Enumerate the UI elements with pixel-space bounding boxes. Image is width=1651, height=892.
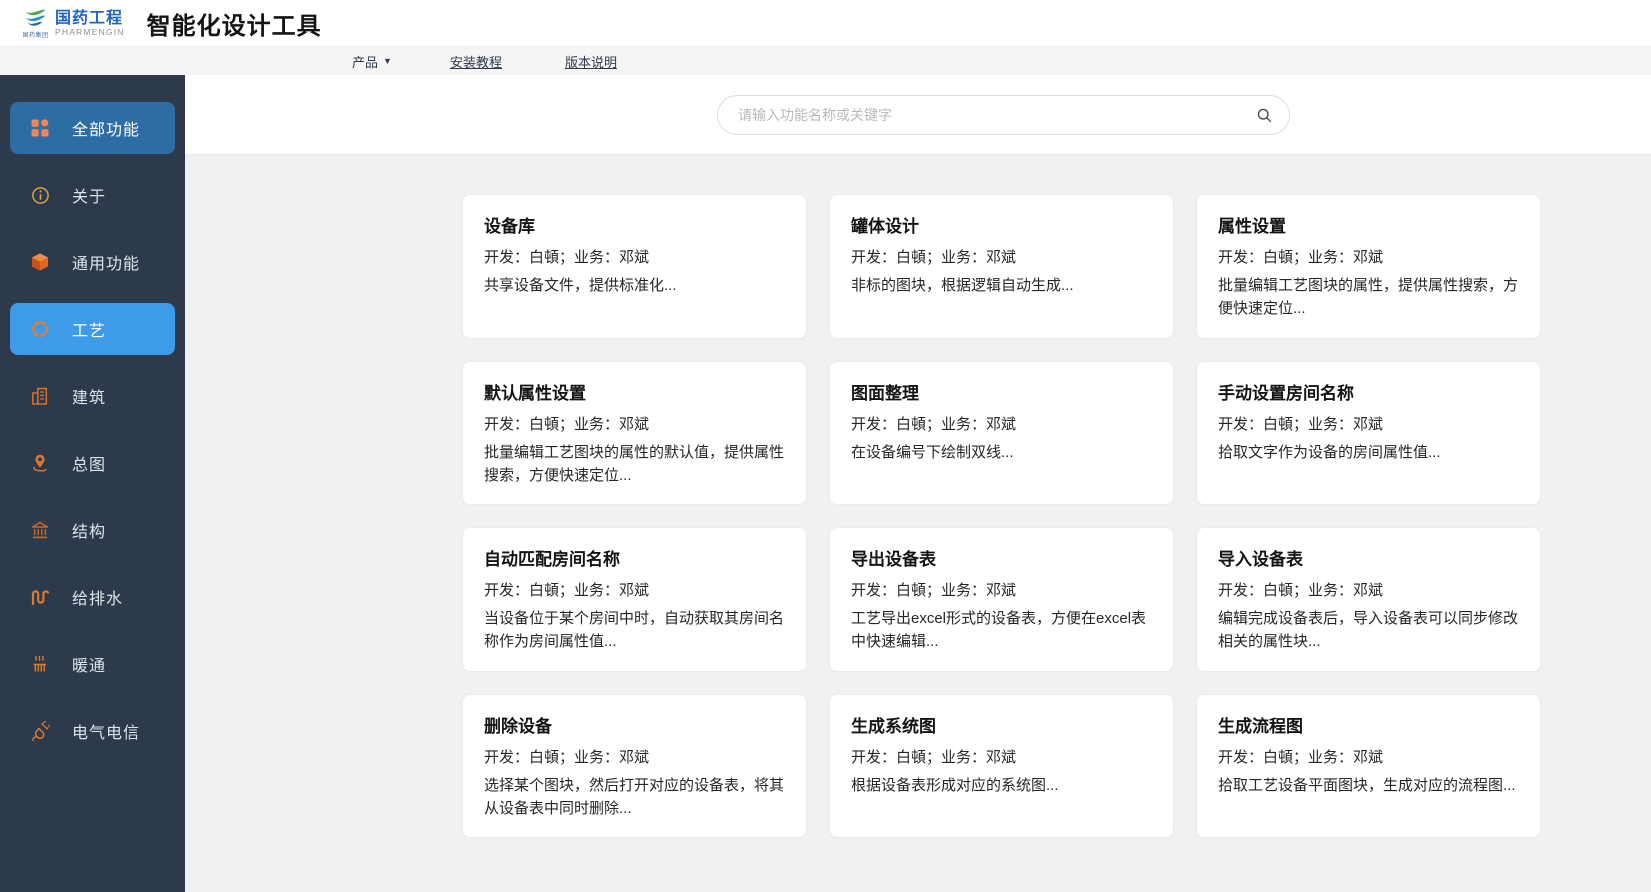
card-description: 编辑完成设备表后，导入设备表可以同步修改相关的属性块... <box>1218 607 1519 654</box>
card-title: 罐体设计 <box>851 212 1152 237</box>
card-generate-system-diagram[interactable]: 生成系统图 开发：白頓；业务：邓斌 根据设备表形成对应的系统图... <box>829 694 1174 839</box>
sidebar-item-label: 暖通 <box>72 652 106 676</box>
nav-release-notes[interactable]: 版本说明 <box>565 52 622 71</box>
sidebar: 全部功能 关于 通用功能 工艺 建筑 总 <box>0 75 185 892</box>
sidebar-item-general-plan[interactable]: 总图 <box>10 437 175 489</box>
chevron-down-icon: ▼ <box>383 56 392 66</box>
card-description: 批量编辑工艺图块的属性，提供属性搜索，方便快速定位... <box>1218 274 1519 321</box>
card-title: 设备库 <box>484 212 785 237</box>
card-manual-room-name[interactable]: 手动设置房间名称 开发：白頓；业务：邓斌 拾取文字作为设备的房间属性值... <box>1196 361 1541 506</box>
sidebar-item-electrical-telecom[interactable]: 电气电信 <box>10 705 175 757</box>
card-meta: 开发：白頓；业务：邓斌 <box>484 413 785 434</box>
card-drawing-cleanup[interactable]: 图面整理 开发：白頓；业务：邓斌 在设备编号下绘制双线... <box>829 361 1174 506</box>
card-auto-room-name[interactable]: 自动匹配房间名称 开发：白頓；业务：邓斌 当设备位于某个房间中时，自动获取其房间… <box>462 527 807 672</box>
card-title: 图面整理 <box>851 379 1152 404</box>
card-description: 根据设备表形成对应的系统图... <box>851 774 1152 797</box>
card-meta: 开发：白頓；业务：邓斌 <box>1218 746 1519 767</box>
card-delete-equipment[interactable]: 删除设备 开发：白頓；业务：邓斌 选择某个图块，然后打开对应的设备表，将其从设备… <box>462 694 807 839</box>
map-pin-icon <box>30 453 50 473</box>
search-icon[interactable] <box>1256 107 1273 124</box>
card-description: 拾取工艺设备平面图块，生成对应的流程图... <box>1218 774 1519 797</box>
card-meta: 开发：白頓；业务：邓斌 <box>1218 579 1519 600</box>
card-meta: 开发：白頓；业务：邓斌 <box>484 746 785 767</box>
card-meta: 开发：白頓；业务：邓斌 <box>851 579 1152 600</box>
card-description: 共享设备文件，提供标准化... <box>484 274 785 297</box>
cards-area: 设备库 开发：白頓；业务：邓斌 共享设备文件，提供标准化... 罐体设计 开发：… <box>185 155 1651 892</box>
sidebar-item-architecture[interactable]: 建筑 <box>10 370 175 422</box>
card-description: 当设备位于某个房间中时，自动获取其房间名称作为房间属性值... <box>484 607 785 654</box>
sidebar-item-label: 总图 <box>72 451 106 475</box>
card-generate-flow-diagram[interactable]: 生成流程图 开发：白頓；业务：邓斌 拾取工艺设备平面图块，生成对应的流程图... <box>1196 694 1541 839</box>
sidebar-item-label: 关于 <box>72 183 106 207</box>
sidebar-item-label: 结构 <box>72 518 106 542</box>
nav-product[interactable]: 产品 ▼ <box>352 52 392 71</box>
brand-name-en: PHARMENGIN <box>55 28 125 37</box>
sidebar-item-label: 通用功能 <box>72 250 140 274</box>
brand-sub-label: 国药集团 <box>22 33 48 39</box>
sidebar-item-label: 建筑 <box>72 384 106 408</box>
sidebar-item-label: 电气电信 <box>72 719 140 743</box>
card-meta: 开发：白頓；业务：邓斌 <box>851 246 1152 267</box>
card-import-equipment-table[interactable]: 导入设备表 开发：白頓；业务：邓斌 编辑完成设备表后，导入设备表可以同步修改相关… <box>1196 527 1541 672</box>
card-export-equipment-table[interactable]: 导出设备表 开发：白頓；业务：邓斌 工艺导出excel形式的设备表，方便在exc… <box>829 527 1174 672</box>
brand-logo: 国药集团 国药工程 PHARMENGIN <box>22 8 125 39</box>
feature-card-grid: 设备库 开发：白頓；业务：邓斌 共享设备文件，提供标准化... 罐体设计 开发：… <box>462 194 1541 838</box>
card-meta: 开发：白頓；业务：邓斌 <box>851 413 1152 434</box>
nav-install-tutorial[interactable]: 安装教程 <box>450 52 507 71</box>
card-meta: 开发：白頓；业务：邓斌 <box>851 746 1152 767</box>
sidebar-item-label: 全部功能 <box>72 116 140 140</box>
card-description: 工艺导出excel形式的设备表，方便在excel表中快速编辑... <box>851 607 1152 654</box>
sidebar-item-about[interactable]: 关于 <box>10 169 175 221</box>
bank-icon <box>30 520 50 540</box>
search-band <box>185 75 1651 155</box>
card-title: 生成流程图 <box>1218 712 1519 737</box>
sidebar-item-all-functions[interactable]: 全部功能 <box>10 102 175 154</box>
grid-icon <box>30 118 50 138</box>
card-attribute-settings[interactable]: 属性设置 开发：白頓；业务：邓斌 批量编辑工艺图块的属性，提供属性搜索，方便快速… <box>1196 194 1541 339</box>
card-meta: 开发：白頓；业务：邓斌 <box>1218 413 1519 434</box>
card-description: 非标的图块，根据逻辑自动生成... <box>851 274 1152 297</box>
sidebar-item-hvac[interactable]: 暖通 <box>10 638 175 690</box>
sidebar-item-general-functions[interactable]: 通用功能 <box>10 236 175 288</box>
card-title: 导出设备表 <box>851 545 1152 570</box>
card-meta: 开发：白頓；业务：邓斌 <box>484 246 785 267</box>
plug-icon <box>30 721 50 741</box>
pipe-coil-icon <box>30 587 50 607</box>
brand-name-cn: 国药工程 <box>55 10 125 28</box>
search-box <box>717 95 1290 135</box>
brand-logo-icon <box>22 8 49 32</box>
card-description: 选择某个图块，然后打开对应的设备表，将其从设备表中同时删除... <box>484 774 785 821</box>
top-nav: 产品 ▼ 安装教程 版本说明 <box>0 47 1651 75</box>
building-icon <box>30 386 50 406</box>
dashed-circle-icon <box>30 319 50 339</box>
sidebar-item-process[interactable]: 工艺 <box>10 303 175 355</box>
card-tank-design[interactable]: 罐体设计 开发：白頓；业务：邓斌 非标的图块，根据逻辑自动生成... <box>829 194 1174 339</box>
card-title: 手动设置房间名称 <box>1218 379 1519 404</box>
card-default-attribute-settings[interactable]: 默认属性设置 开发：白頓；业务：邓斌 批量编辑工艺图块的属性的默认值，提供属性搜… <box>462 361 807 506</box>
sidebar-item-label: 给排水 <box>72 585 123 609</box>
card-meta: 开发：白頓；业务：邓斌 <box>484 579 785 600</box>
search-input[interactable] <box>738 107 1256 123</box>
card-equipment-library[interactable]: 设备库 开发：白頓；业务：邓斌 共享设备文件，提供标准化... <box>462 194 807 339</box>
card-title: 自动匹配房间名称 <box>484 545 785 570</box>
sidebar-item-label: 工艺 <box>72 317 106 341</box>
info-circle-icon <box>30 185 50 205</box>
cube-icon <box>30 252 50 272</box>
card-title: 导入设备表 <box>1218 545 1519 570</box>
card-title: 属性设置 <box>1218 212 1519 237</box>
page-title: 智能化设计工具 <box>147 6 322 41</box>
main-content: 设备库 开发：白頓；业务：邓斌 共享设备文件，提供标准化... 罐体设计 开发：… <box>185 75 1651 892</box>
sidebar-item-structure[interactable]: 结构 <box>10 504 175 556</box>
card-description: 拾取文字作为设备的房间属性值... <box>1218 441 1519 464</box>
card-description: 批量编辑工艺图块的属性的默认值，提供属性搜索，方便快速定位... <box>484 441 785 488</box>
app-header: 国药集团 国药工程 PHARMENGIN 智能化设计工具 <box>0 0 1651 47</box>
card-meta: 开发：白頓；业务：邓斌 <box>1218 246 1519 267</box>
sidebar-item-plumbing[interactable]: 给排水 <box>10 571 175 623</box>
card-title: 删除设备 <box>484 712 785 737</box>
heating-icon <box>30 654 50 674</box>
card-title: 生成系统图 <box>851 712 1152 737</box>
card-description: 在设备编号下绘制双线... <box>851 441 1152 464</box>
card-title: 默认属性设置 <box>484 379 785 404</box>
